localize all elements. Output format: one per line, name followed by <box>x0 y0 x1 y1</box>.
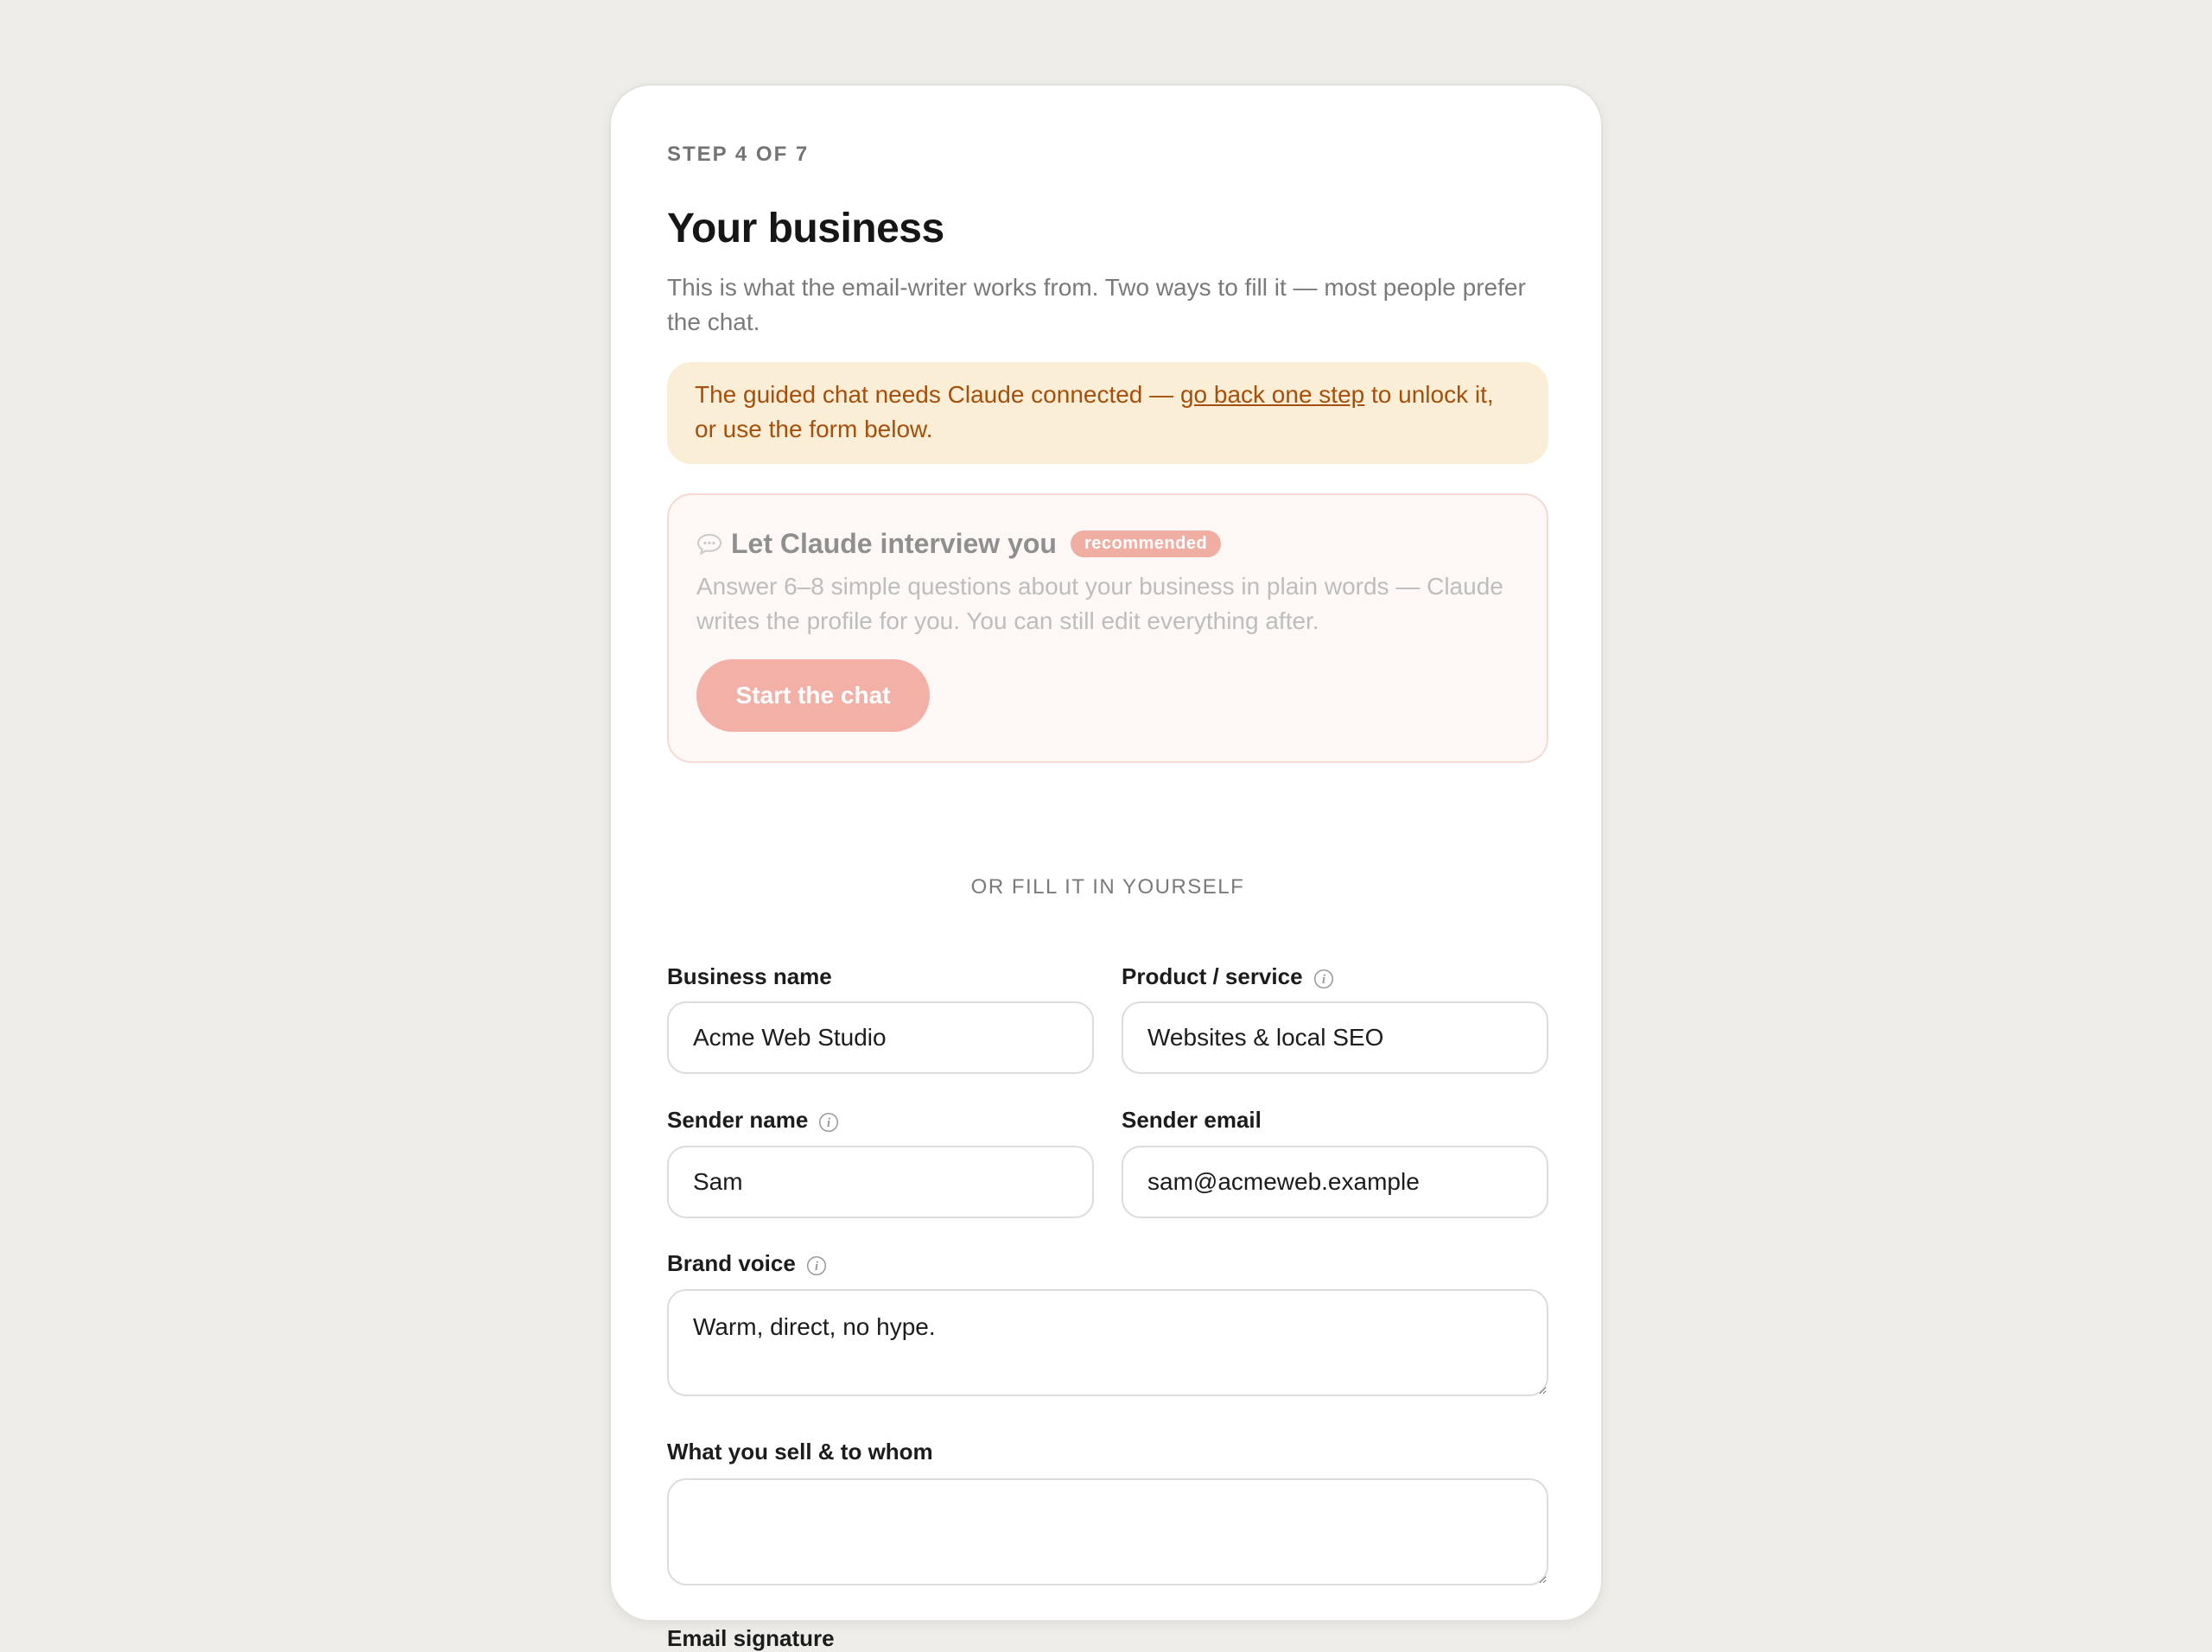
svg-text:i: i <box>827 1116 830 1130</box>
brand-voice-textarea[interactable]: Warm, direct, no hype. <box>667 1289 1548 1396</box>
speech-bubble-icon <box>696 533 722 556</box>
what-you-sell-textarea[interactable] <box>667 1478 1548 1585</box>
sender-name-label: Sender name i <box>667 1107 839 1134</box>
email-signature-label: Email signature <box>667 1625 835 1652</box>
guided-chat-card: Let Claude interview you recommended Ans… <box>667 493 1548 763</box>
product-service-label-text: Product / service <box>1122 963 1303 989</box>
svg-text:i: i <box>1322 973 1325 987</box>
sender-name-input[interactable] <box>667 1146 1094 1218</box>
step-indicator: STEP 4 OF 7 <box>667 143 810 166</box>
warning-prefix: The guided chat needs Claude connected — <box>695 381 1180 408</box>
product-service-label: Product / service i <box>1122 963 1334 990</box>
info-icon[interactable]: i <box>806 1254 827 1275</box>
go-back-link[interactable]: go back one step <box>1180 381 1364 408</box>
brand-voice-label-text: Brand voice <box>667 1250 796 1276</box>
page-subtitle: This is what the email-writer works from… <box>667 274 1526 335</box>
sender-name-label-text: Sender name <box>667 1107 809 1133</box>
recommended-badge: recommended <box>1070 531 1222 557</box>
chat-card-header: Let Claude interview you recommended <box>696 528 1222 560</box>
sender-email-label: Sender email <box>1122 1107 1262 1134</box>
chat-card-title: Let Claude interview you <box>731 528 1057 559</box>
brand-voice-label: Brand voice i <box>667 1250 827 1277</box>
onboarding-card: STEP 4 OF 7 Your business This is what t… <box>609 84 1603 1651</box>
svg-text:i: i <box>815 1260 818 1274</box>
start-chat-button[interactable]: Start the chat <box>696 659 930 732</box>
product-service-input[interactable] <box>1122 1001 1548 1074</box>
or-fill-divider: OR FILL IT IN YOURSELF <box>970 875 1245 899</box>
what-you-sell-label: What you sell & to whom <box>667 1439 933 1465</box>
connection-warning: The guided chat needs Claude connected —… <box>667 362 1548 464</box>
what-you-sell-label-text: What you sell & to whom <box>667 1439 933 1465</box>
email-signature-label-text: Email signature <box>667 1625 835 1651</box>
page-title: Your business <box>667 206 944 251</box>
info-icon[interactable]: i <box>1313 967 1334 988</box>
sender-email-input[interactable] <box>1122 1146 1548 1218</box>
info-icon[interactable]: i <box>818 1110 839 1132</box>
business-name-input[interactable] <box>667 1001 1094 1074</box>
chat-card-description: Answer 6–8 simple questions about your b… <box>696 573 1503 634</box>
sender-email-label-text: Sender email <box>1122 1107 1262 1133</box>
business-name-label: Business name <box>667 963 832 990</box>
business-name-label-text: Business name <box>667 963 832 989</box>
